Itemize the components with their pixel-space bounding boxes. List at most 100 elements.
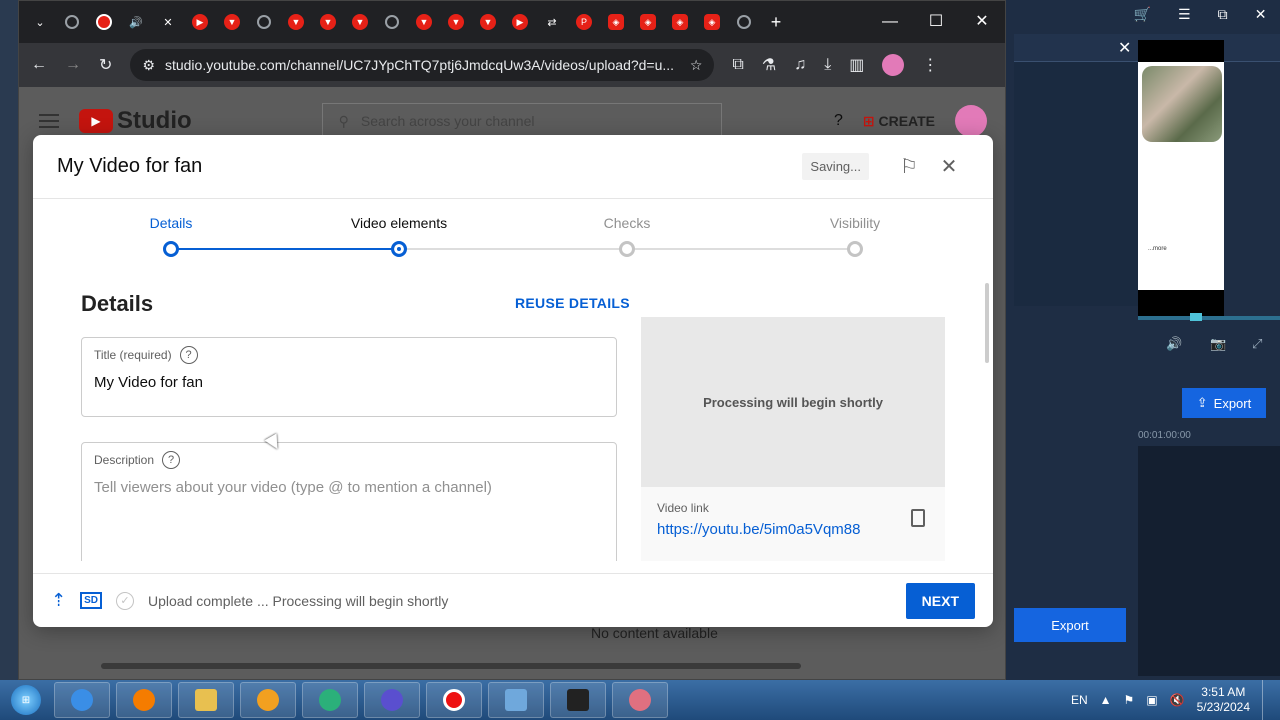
taskbar-paint-icon[interactable] bbox=[612, 682, 668, 718]
bookmark-star-icon[interactable]: ☆ bbox=[690, 57, 703, 74]
next-button[interactable]: NEXT bbox=[905, 582, 975, 619]
step-details[interactable]: Details bbox=[150, 215, 193, 231]
menu-icon[interactable]: ☰ bbox=[1178, 6, 1191, 23]
channel-avatar[interactable] bbox=[955, 105, 987, 137]
create-button[interactable]: ⊞ CREATE bbox=[863, 113, 935, 130]
horizontal-scrollbar[interactable] bbox=[101, 663, 801, 669]
reuse-details-button[interactable]: REUSE DETAILS bbox=[515, 295, 630, 311]
step-visibility[interactable]: Visibility bbox=[830, 215, 880, 231]
description-help-icon[interactable]: ? bbox=[162, 451, 181, 469]
snapshot-icon[interactable]: 📷 bbox=[1210, 336, 1226, 352]
title-help-icon[interactable]: ? bbox=[179, 346, 198, 364]
taskbar-control-icon[interactable] bbox=[488, 682, 544, 718]
editor-dialog-close-icon[interactable]: ✕ bbox=[1118, 38, 1131, 58]
show-desktop-button[interactable] bbox=[1262, 680, 1272, 720]
tab-globe-icon[interactable] bbox=[379, 9, 405, 35]
tab-youtube-icon[interactable]: ▶ bbox=[507, 9, 533, 35]
restore-icon[interactable]: ⧉ bbox=[1218, 6, 1228, 23]
flag-icon[interactable]: ⚑ bbox=[1124, 693, 1135, 707]
feedback-icon[interactable]: ⚐ bbox=[889, 154, 929, 179]
extensions-icon[interactable]: ⧉ bbox=[732, 56, 743, 74]
dialog-close-icon[interactable]: ✕ bbox=[929, 154, 969, 179]
start-button[interactable]: ⊞ bbox=[4, 682, 48, 718]
step-video-elements-circle[interactable] bbox=[391, 241, 407, 257]
studio-search-box[interactable]: ⚲ Search across your channel bbox=[321, 103, 722, 139]
taskbar-app-icon[interactable] bbox=[302, 682, 358, 718]
sidepanel-icon[interactable]: ▥ bbox=[849, 55, 864, 75]
taskbar-video-editor-icon[interactable] bbox=[550, 682, 606, 718]
new-tab-plus-icon[interactable]: + bbox=[763, 9, 789, 35]
tab-record-icon[interactable] bbox=[91, 9, 117, 35]
tab-globe-icon[interactable] bbox=[731, 9, 757, 35]
browser-menu-icon[interactable]: ⋮ bbox=[922, 55, 938, 75]
studio-logo[interactable]: ▶ Studio bbox=[79, 107, 192, 135]
taskbar-media-icon[interactable] bbox=[240, 682, 296, 718]
title-input-value[interactable]: My Video for fan bbox=[94, 374, 604, 391]
fullscreen-icon[interactable]: ⤢ bbox=[1252, 336, 1262, 352]
tab-youtube-icon[interactable]: ▼ bbox=[475, 9, 501, 35]
tab-globe-icon[interactable] bbox=[251, 9, 277, 35]
description-placeholder[interactable]: Tell viewers about your video (type @ to… bbox=[94, 479, 604, 496]
editor-seek-slider[interactable] bbox=[1138, 313, 1280, 321]
network-icon[interactable]: ▣ bbox=[1146, 693, 1157, 707]
step-checks-circle[interactable] bbox=[619, 241, 635, 257]
tab-app-icon[interactable]: ◈ bbox=[699, 9, 725, 35]
taskbar-firefox-icon[interactable] bbox=[116, 682, 172, 718]
close-icon[interactable]: ✕ bbox=[1255, 6, 1267, 23]
omnibox[interactable]: ⚙ studio.youtube.com/channel/UC7JYpChTQ7… bbox=[130, 49, 715, 81]
editor-export-dialog-button[interactable]: Export bbox=[1014, 608, 1126, 642]
hamburger-menu-icon[interactable] bbox=[39, 114, 59, 128]
video-link[interactable]: https://youtu.be/5im0a5Vqm88 bbox=[657, 521, 860, 538]
tab-globe-icon[interactable] bbox=[59, 9, 85, 35]
minimize-icon[interactable]: — bbox=[867, 1, 913, 43]
volume-icon[interactable]: 🔊 bbox=[1166, 336, 1182, 352]
cart-icon[interactable]: 🛒 bbox=[1134, 6, 1151, 23]
tab-pinterest-icon[interactable]: P bbox=[571, 9, 597, 35]
tray-expand-icon[interactable]: ▲ bbox=[1100, 693, 1112, 707]
maximize-icon[interactable]: ☐ bbox=[913, 1, 959, 43]
check-icon[interactable]: ✓ bbox=[116, 591, 134, 610]
tab-youtube-icon[interactable]: ▼ bbox=[443, 9, 469, 35]
seek-knob[interactable] bbox=[1190, 313, 1202, 321]
help-icon[interactable]: ? bbox=[834, 112, 843, 130]
site-info-icon[interactable]: ⚙ bbox=[142, 57, 155, 74]
tab-youtube-icon[interactable]: ▼ bbox=[315, 9, 341, 35]
taskbar-ie-icon[interactable] bbox=[54, 682, 110, 718]
tab-youtube-icon[interactable]: ▼ bbox=[219, 9, 245, 35]
window-close-icon[interactable]: ✕ bbox=[959, 1, 1005, 43]
copy-icon[interactable] bbox=[911, 509, 925, 527]
taskbar-explorer-icon[interactable] bbox=[178, 682, 234, 718]
tab-close-icon[interactable]: ✕ bbox=[155, 9, 181, 35]
tab-audio-icon[interactable]: 🔊 bbox=[123, 9, 149, 35]
download-icon[interactable]: ⤓ bbox=[824, 56, 831, 74]
reload-icon[interactable]: ↻ bbox=[99, 55, 112, 75]
taskbar-infinity-icon[interactable] bbox=[364, 682, 420, 718]
title-field[interactable]: Title (required) ? My Video for fan bbox=[81, 337, 617, 417]
clock[interactable]: 3:51 AM 5/23/2024 bbox=[1197, 685, 1250, 715]
back-icon[interactable]: ← bbox=[31, 56, 47, 74]
step-checks[interactable]: Checks bbox=[604, 215, 651, 231]
tab-app-icon[interactable]: ◈ bbox=[635, 9, 661, 35]
step-details-circle[interactable] bbox=[163, 241, 179, 257]
step-visibility-circle[interactable] bbox=[847, 241, 863, 257]
tab-youtube-icon[interactable]: ▼ bbox=[411, 9, 437, 35]
tab-app-icon[interactable]: ◈ bbox=[667, 9, 693, 35]
description-field[interactable]: Description ? Tell viewers about your vi… bbox=[81, 442, 617, 561]
media-icon[interactable]: ♫ bbox=[794, 56, 806, 74]
tab-youtube-icon[interactable]: ▶ bbox=[187, 9, 213, 35]
profile-avatar[interactable] bbox=[882, 54, 905, 76]
tab-youtube-icon[interactable]: ▼ bbox=[347, 9, 373, 35]
taskbar-recorder-icon[interactable] bbox=[426, 682, 482, 718]
tab-app-icon[interactable]: ◈ bbox=[603, 9, 629, 35]
dialog-scrollbar[interactable] bbox=[985, 283, 989, 363]
speaker-muted-icon[interactable]: 🔇 bbox=[1170, 693, 1185, 707]
labs-icon[interactable]: ⚗ bbox=[762, 55, 776, 75]
editor-export-button[interactable]: ⇪ Export bbox=[1182, 388, 1266, 418]
step-video-elements[interactable]: Video elements bbox=[351, 215, 447, 231]
tab-search-icon[interactable]: ⌄ bbox=[27, 9, 53, 35]
tab-youtube-icon[interactable]: ▼ bbox=[283, 9, 309, 35]
sd-badge-icon[interactable]: SD bbox=[80, 592, 102, 609]
upload-icon[interactable]: ⇡ bbox=[51, 590, 66, 611]
tab-share-icon[interactable]: ⇄ bbox=[539, 9, 565, 35]
language-indicator[interactable]: EN bbox=[1071, 693, 1088, 707]
